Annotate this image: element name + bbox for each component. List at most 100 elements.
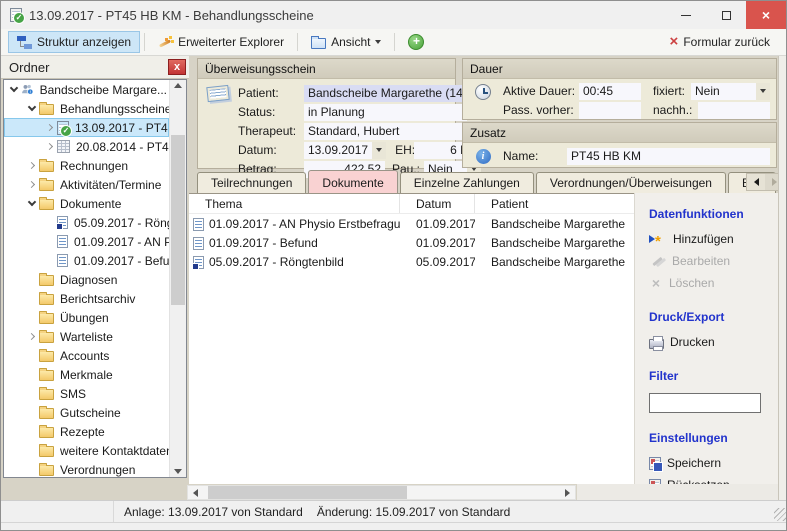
scrollbar-thumb[interactable]: [208, 486, 407, 499]
tab-scroll-left-button[interactable]: [747, 174, 765, 190]
table-row[interactable]: 05.09.2017 - Röngtenbild 05.09.2017 Band…: [189, 252, 634, 271]
chevron-collapsed-icon[interactable]: [24, 175, 39, 194]
show-structure-label: Struktur anzeigen: [37, 35, 131, 49]
tab-teilrechnungen[interactable]: Teilrechnungen: [197, 172, 306, 193]
chevron-collapsed-icon[interactable]: [42, 137, 57, 156]
content-vertical-scrollbar[interactable]: [778, 56, 787, 500]
status-combobox[interactable]: in Planung: [304, 104, 481, 121]
window-frame-bottom: [1, 522, 787, 531]
fixed-value[interactable]: Nein: [691, 83, 756, 100]
column-header-patient[interactable]: Patient: [475, 194, 634, 213]
patient-combobox[interactable]: Bandscheibe Margarethe (14: [304, 85, 481, 102]
referral-panel: Überweisungsschein Patient: Bandscheibe …: [197, 58, 456, 169]
resize-grip[interactable]: [774, 508, 787, 521]
tree-item-dokumente[interactable]: Dokumente: [4, 194, 169, 213]
tab-verordnungen[interactable]: Verordnungen/Überweisungen: [536, 172, 726, 193]
tree-item-patient[interactable]: i Bandscheibe Margare...: [4, 80, 169, 99]
duration-panel: Dauer Aktive Dauer: 00:45 fixiert: Nein: [462, 58, 777, 120]
tree-item-kontaktdaten[interactable]: weitere Kontaktdaten: [4, 441, 169, 460]
filter-input[interactable]: [649, 393, 761, 413]
passive-before-value[interactable]: [579, 102, 641, 119]
print-label: Drucken: [670, 335, 715, 349]
document-grid-icon: [57, 140, 70, 153]
therapist-combobox[interactable]: Standard, Hubert: [304, 123, 481, 140]
add-entry-button[interactable]: * Hinzufügen: [649, 228, 778, 250]
tree-item-merkmale[interactable]: Merkmale: [4, 365, 169, 384]
maximize-button[interactable]: [706, 1, 746, 29]
fixed-combobox[interactable]: Nein: [691, 83, 770, 100]
form-back-button[interactable]: Formular zurück: [661, 31, 779, 53]
extended-explorer-button[interactable]: Erweiterter Explorer: [149, 31, 293, 53]
status-value[interactable]: in Planung: [304, 104, 467, 121]
tree-item-label: Aktivitäten/Termine: [58, 178, 163, 192]
tree-item-diagnosen[interactable]: Diagnosen: [4, 270, 169, 289]
tree-item-berichtsarchiv[interactable]: Berichtsarchiv: [4, 289, 169, 308]
tree-scrollbar[interactable]: [169, 80, 186, 477]
tree-item-schein-2014[interactable]: 20.08.2014 - PT45: [4, 137, 169, 156]
therapist-value[interactable]: Standard, Hubert: [304, 123, 467, 140]
print-button[interactable]: Drucken: [649, 331, 778, 353]
tab-einzelne-zahlungen[interactable]: Einzelne Zahlungen: [400, 172, 534, 193]
scroll-left-icon[interactable]: [188, 489, 203, 497]
tree-item-rezepte[interactable]: Rezepte: [4, 422, 169, 441]
tree-item-accounts[interactable]: Accounts: [4, 346, 169, 365]
cell-datum: 01.09.2017: [400, 216, 475, 231]
tree-item-warteliste[interactable]: Warteliste: [4, 327, 169, 346]
after-value[interactable]: [698, 102, 770, 119]
date-picker[interactable]: 13.09.2017: [304, 142, 386, 159]
tree-item-sms[interactable]: SMS: [4, 384, 169, 403]
tree-item-doc-befund[interactable]: 01.09.2017 - Befu...: [4, 251, 169, 270]
chevron-down-icon[interactable]: [756, 83, 770, 100]
tree-item-behandlungsscheine[interactable]: Behandlungsscheine: [4, 99, 169, 118]
view-menu-button[interactable]: Ansicht: [302, 31, 390, 53]
chevron-collapsed-icon[interactable]: [24, 327, 39, 346]
tree-item-verordnungen[interactable]: Verordnungen: [4, 460, 169, 477]
tree-item-selected-schein[interactable]: 13.09.2017 - PT45...: [4, 118, 169, 137]
chevron-collapsed-icon[interactable]: [24, 156, 39, 175]
scrollbar-thumb[interactable]: [171, 135, 185, 305]
column-header-datum[interactable]: Datum: [400, 194, 475, 213]
chevron-expanded-icon[interactable]: [6, 80, 21, 99]
show-structure-button[interactable]: Struktur anzeigen: [8, 31, 140, 53]
table-row[interactable]: 01.09.2017 - Befund 01.09.2017 Bandschei…: [189, 233, 634, 252]
tab-dokumente[interactable]: Dokumente: [308, 170, 397, 193]
no-chevron: [24, 403, 39, 422]
referral-panel-title: Überweisungsschein: [198, 59, 455, 79]
close-button[interactable]: ×: [746, 1, 786, 29]
scroll-up-icon[interactable]: [174, 83, 182, 88]
scroll-right-icon[interactable]: [565, 489, 570, 497]
tree-item-rechnungen[interactable]: Rechnungen: [4, 156, 169, 175]
tree-item-gutscheine[interactable]: Gutscheine: [4, 403, 169, 422]
tree-item-label: 05.09.2017 - Röng...: [72, 216, 169, 230]
name-value[interactable]: PT45 HB KM: [567, 148, 770, 165]
date-value[interactable]: 13.09.2017: [304, 142, 372, 159]
patient-value[interactable]: Bandscheibe Margarethe (14: [304, 85, 467, 102]
titlebar[interactable]: 13.09.2017 - PT45 HB KM - Behandlungssch…: [1, 1, 786, 29]
column-header-thema[interactable]: Thema: [189, 194, 400, 213]
horizontal-scrollbar[interactable]: [187, 485, 576, 500]
tree-item-doc-roentgen[interactable]: 05.09.2017 - Röng...: [4, 213, 169, 232]
active-duration-value[interactable]: 00:45: [579, 83, 641, 100]
add-button[interactable]: [399, 31, 433, 53]
minimize-button[interactable]: [666, 1, 706, 29]
chevron-down-icon[interactable]: [372, 142, 386, 159]
passive-before-label: Pass. vorher:: [503, 103, 579, 117]
folder-icon: [39, 427, 54, 438]
scroll-down-icon[interactable]: [174, 469, 182, 474]
chevron-collapsed-icon[interactable]: [42, 118, 57, 137]
no-chevron: [24, 460, 39, 477]
folder-panel-close-button[interactable]: [168, 59, 186, 75]
folder-icon: [39, 465, 54, 476]
save-settings-button[interactable]: Speichern: [649, 452, 778, 474]
tree-item-doc-an[interactable]: 01.09.2017 - AN P...: [4, 232, 169, 251]
clock-icon: [469, 82, 497, 119]
extra-panel: Zusatz Name: PT45 HB KM: [462, 122, 777, 168]
wand-icon: [158, 35, 173, 49]
tree-item-uebungen[interactable]: Übungen: [4, 308, 169, 327]
no-chevron: [24, 346, 39, 365]
tree-item-aktivitaeten[interactable]: Aktivitäten/Termine: [4, 175, 169, 194]
table-row[interactable]: 01.09.2017 - AN Physio Erstbefragung 01.…: [189, 214, 634, 233]
chevron-expanded-icon[interactable]: [24, 194, 39, 213]
chevron-expanded-icon[interactable]: [24, 99, 39, 118]
folder-icon: [39, 313, 54, 324]
